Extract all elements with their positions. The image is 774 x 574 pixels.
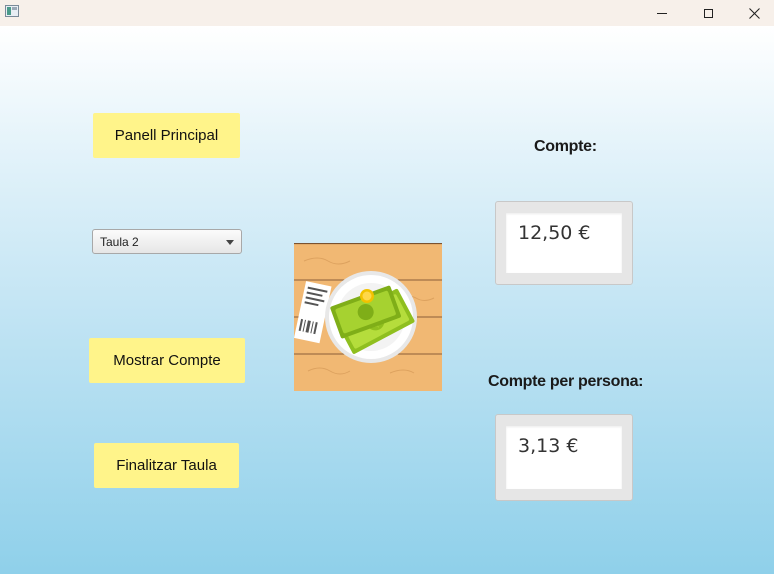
close-icon xyxy=(748,7,760,19)
minimize-icon xyxy=(657,12,667,14)
bill-field: 12,50 € xyxy=(495,201,633,285)
main-panel: Panell Principal Taula 2 Mostrar Compte … xyxy=(0,26,774,574)
bill-value: 12,50 € xyxy=(518,222,591,244)
finalitzar-taula-button[interactable]: Finalitzar Taula xyxy=(94,443,239,488)
minimize-button[interactable] xyxy=(639,0,685,26)
panell-principal-button[interactable]: Panell Principal xyxy=(93,113,240,158)
close-button[interactable] xyxy=(731,0,774,26)
title-bar xyxy=(0,0,774,26)
mostrar-compte-button[interactable]: Mostrar Compte xyxy=(89,338,245,383)
bill-field-inner: 12,50 € xyxy=(506,213,622,273)
chevron-down-icon xyxy=(226,240,234,245)
table-select[interactable]: Taula 2 xyxy=(92,229,242,254)
bill-money-plate-icon: $ xyxy=(294,243,442,391)
table-select-value: Taula 2 xyxy=(100,235,139,249)
per-person-label: Compte per persona: xyxy=(488,373,644,390)
per-person-field-inner: 3,13 € xyxy=(506,426,622,489)
bill-label: Compte: xyxy=(534,138,597,155)
maximize-icon xyxy=(703,8,713,18)
app-icon xyxy=(5,5,19,17)
per-person-value: 3,13 € xyxy=(518,435,579,457)
maximize-button[interactable] xyxy=(685,0,731,26)
per-person-field: 3,13 € xyxy=(495,414,633,501)
